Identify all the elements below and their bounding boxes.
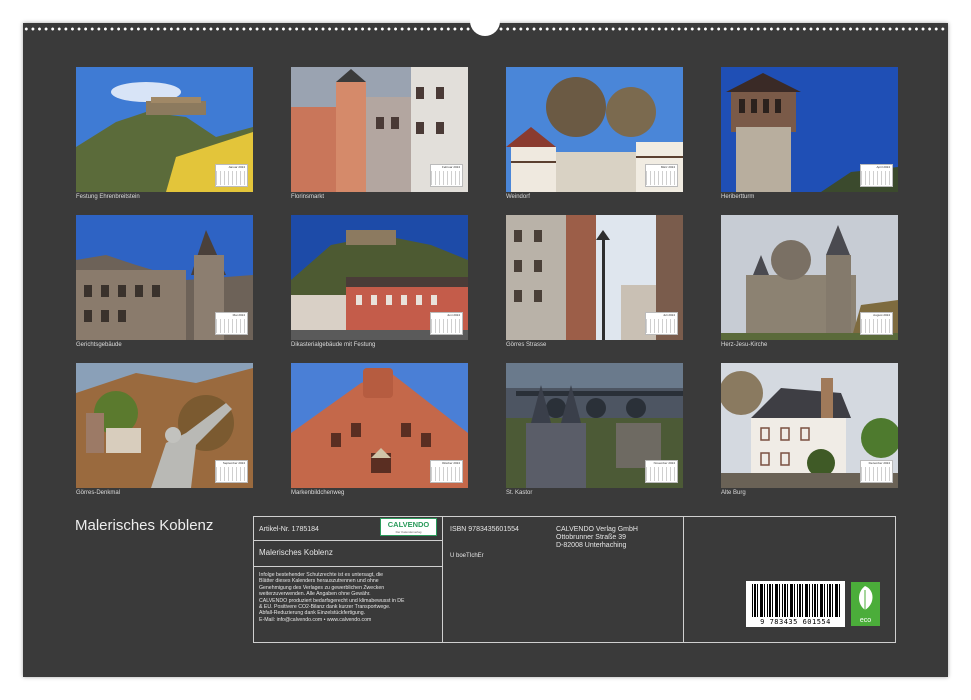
photo-tile-4: April 2024 — [721, 67, 898, 192]
photo-tile-3: März 2024 — [506, 67, 683, 192]
photo-caption: Herz-Jesu-Kirche — [721, 342, 768, 348]
article-number: Artikel-Nr. 1785184 — [259, 526, 319, 533]
calendar-title: Malerisches Koblenz — [75, 517, 214, 534]
photo-caption: St. Kastor — [506, 490, 533, 496]
mini-calendar: Februar 2024 — [430, 164, 463, 187]
legal-text: Infolge bestehender Schutzrechte ist es … — [259, 572, 405, 623]
mini-calendar: Mai 2024 — [215, 312, 248, 335]
photo-caption: Festung Ehrenbreitstein — [76, 194, 140, 200]
publisher-line: CALVENDO Verlag GmbH — [556, 526, 638, 533]
photo-tile-5: Mai 2024 — [76, 215, 253, 340]
info-calendar-title: Malerisches Koblenz — [259, 548, 333, 557]
mini-calendar: April 2024 — [860, 164, 893, 187]
photo-caption: Dikasterialgebäude mit Festung — [291, 342, 376, 348]
isbn: ISBN 9783435601554 — [450, 526, 519, 533]
photo-caption: Florinsmarkt — [291, 194, 325, 200]
legal-line: E-Mail: info@calvendo.com • www.calvendo… — [259, 616, 372, 623]
photo-caption: Markenbildchenweg — [291, 490, 345, 496]
photo-caption: Weindorf — [506, 194, 530, 200]
photo-caption: Heribertturm — [721, 194, 755, 200]
publisher-address: CALVENDO Verlag GmbH Ottobrunner Straße … — [556, 526, 638, 550]
leaf-icon — [859, 586, 873, 610]
mini-calendar: September 2024 — [215, 460, 248, 483]
photo-tile-6: Juni 2024 — [291, 215, 468, 340]
logo-tagline: Der Kalenderverlag — [395, 530, 422, 534]
mini-calendar: März 2024 — [645, 164, 678, 187]
mini-calendar: August 2024 — [860, 312, 893, 335]
publisher-line: D-82008 Unterhaching — [556, 542, 627, 549]
photo-tile-11: November 2024 — [506, 363, 683, 488]
mini-calendar: Oktober 2024 — [430, 460, 463, 483]
photo-caption: Alte Burg — [721, 490, 746, 496]
mini-calendar: Januar 2024 — [215, 164, 248, 187]
photo-tile-7: Juli 2024 — [506, 215, 683, 340]
photo-tile-2: Februar 2024 — [291, 67, 468, 192]
barcode-digits: 9 783435 601554 — [760, 618, 831, 626]
photo-tile-12: Dezember 2024 — [721, 363, 898, 488]
barcode-bars — [752, 584, 840, 617]
photo-tile-1: Januar 2024 — [76, 67, 253, 192]
eco-label: eco — [859, 617, 872, 624]
barcode: 9 783435 601554 — [746, 581, 845, 627]
logo-name: CALVENDO — [387, 520, 430, 529]
photo-caption: Görres-Denkmal — [76, 490, 121, 496]
publisher-line: Ottobrunner Straße 39 — [556, 534, 627, 541]
photo-caption: Görres Strasse — [506, 342, 547, 348]
calvendo-logo: CALVENDO Der Kalenderverlag — [380, 518, 437, 536]
photo-tile-10: Oktober 2024 — [291, 363, 468, 488]
mini-calendar: Juni 2024 — [430, 312, 463, 335]
photo-caption: Gerichtsgebäude — [76, 342, 122, 348]
photo-tile-9: September 2024 — [76, 363, 253, 488]
eco-badge: eco — [851, 582, 880, 626]
mini-calendar: November 2024 — [645, 460, 678, 483]
mini-calendar: Dezember 2024 — [860, 460, 893, 483]
photo-tile-8: August 2024 — [721, 215, 898, 340]
author-code: U boeTIchEr — [450, 553, 484, 559]
mini-calendar: Juli 2024 — [645, 312, 678, 335]
